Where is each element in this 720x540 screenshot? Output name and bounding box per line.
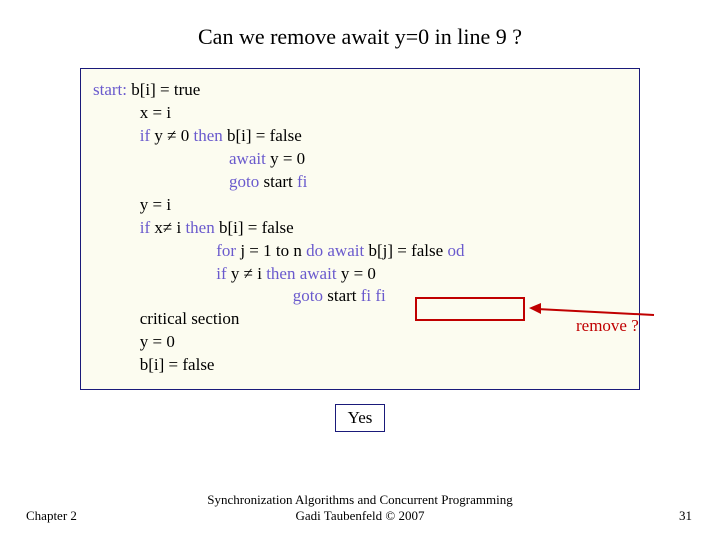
- code-text: y ≠ i: [231, 264, 266, 283]
- remove-label: remove ?: [576, 316, 639, 336]
- code-text: j = 1 to n: [240, 241, 306, 260]
- kw-for: for: [93, 241, 240, 260]
- code-text: y = 0: [93, 332, 175, 351]
- code-text: y = 0: [270, 149, 305, 168]
- code-line-4: await y = 0: [93, 148, 627, 171]
- code-text: start: [263, 172, 297, 191]
- kw-if: if: [93, 264, 231, 283]
- code-text: y = 0: [341, 264, 376, 283]
- kw-start: start:: [93, 80, 131, 99]
- code-text: x≠ i: [154, 218, 185, 237]
- kw-goto: goto: [93, 286, 327, 305]
- kw-then: then: [185, 218, 219, 237]
- code-text: b[j] = false: [368, 241, 447, 260]
- code-line-2: x = i: [93, 102, 627, 125]
- code-text: b[i] = false: [227, 126, 302, 145]
- kw-then: then: [266, 264, 300, 283]
- code-text: start: [327, 286, 361, 305]
- code-text: b[i] = false: [93, 355, 214, 374]
- code-text: y ≠ 0: [154, 126, 193, 145]
- code-line-6: y = i: [93, 194, 627, 217]
- chapter-label: Chapter 2: [26, 508, 77, 524]
- kw-then: then: [193, 126, 227, 145]
- code-text: y = i: [93, 195, 171, 214]
- code-text: critical section: [93, 309, 239, 328]
- answer-box: Yes: [335, 404, 385, 432]
- kw-fi: fi: [297, 172, 307, 191]
- kw-do-await: do await: [306, 241, 368, 260]
- kw-await: await: [300, 264, 341, 283]
- code-line-3: if y ≠ 0 then b[i] = false: [93, 125, 627, 148]
- code-line-13: b[i] = false: [93, 354, 627, 377]
- code-box: start: b[i] = true x = i if y ≠ 0 then b…: [80, 68, 640, 390]
- code-text: b[i] = false: [219, 218, 294, 237]
- code-line-8: for j = 1 to n do await b[j] = false od: [93, 240, 627, 263]
- kw-od: od: [447, 241, 464, 260]
- kw-if: if: [93, 126, 154, 145]
- code-line-1: start: b[i] = true: [93, 79, 627, 102]
- kw-goto: goto: [93, 172, 263, 191]
- footer: Chapter 2 Synchronization Algorithms and…: [0, 492, 720, 525]
- kw-if: if: [93, 218, 154, 237]
- code-line-9: if y ≠ i then await y = 0: [93, 263, 627, 286]
- highlight-box: [415, 297, 525, 321]
- kw-fi-fi: fi fi: [361, 286, 386, 305]
- code-text: b[i] = true: [131, 80, 200, 99]
- page-number: 31: [679, 508, 692, 524]
- kw-await: await: [93, 149, 270, 168]
- code-line-7: if x≠ i then b[i] = false: [93, 217, 627, 240]
- code-line-12: y = 0: [93, 331, 627, 354]
- credit-line1: Synchronization Algorithms and Concurren…: [207, 492, 512, 507]
- code-line-5: goto start fi: [93, 171, 627, 194]
- slide-title: Can we remove await y=0 in line 9 ?: [0, 0, 720, 68]
- code-text: x = i: [93, 103, 171, 122]
- credit-line2: Gadi Taubenfeld © 2007: [296, 508, 425, 523]
- credit-text: Synchronization Algorithms and Concurren…: [0, 492, 720, 525]
